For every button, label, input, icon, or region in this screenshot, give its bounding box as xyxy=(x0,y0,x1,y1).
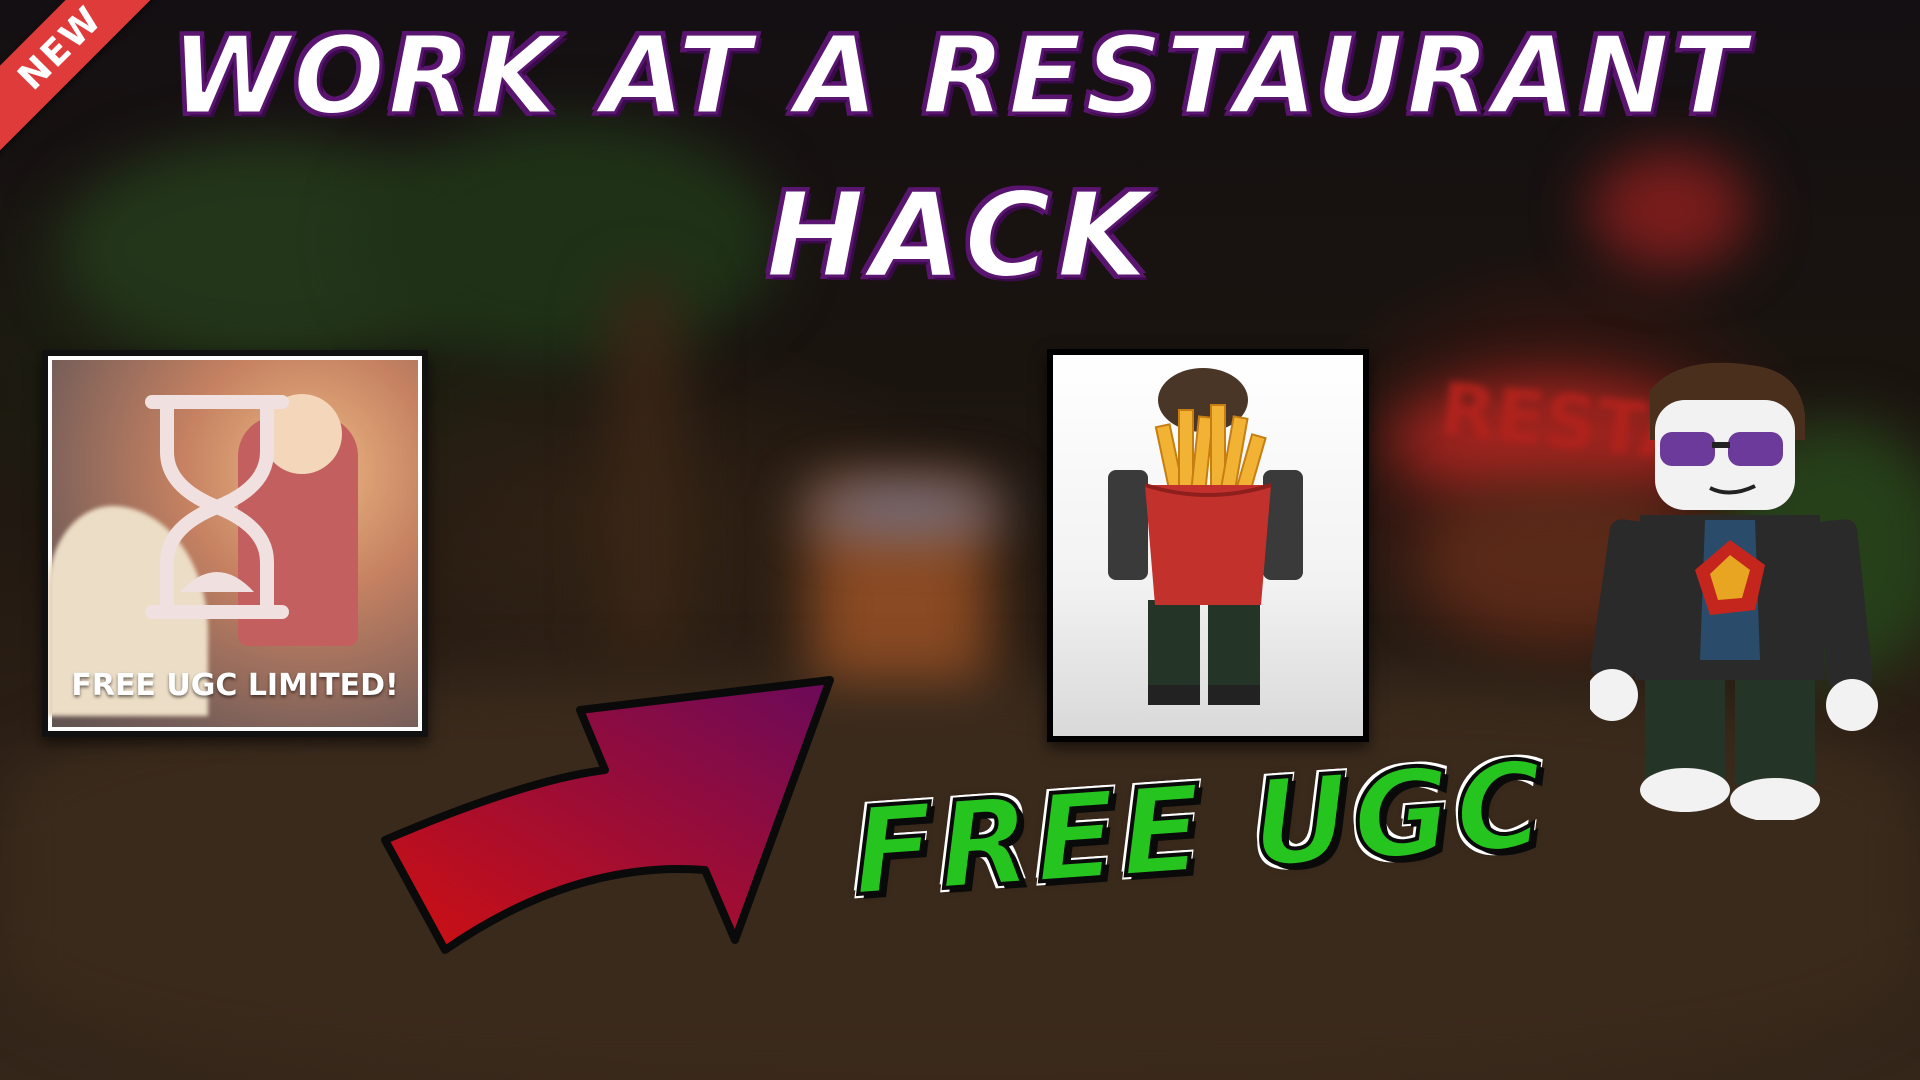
roblox-avatar-icon xyxy=(1590,362,1878,820)
free-ugc-limited-card: FREE UGC LIMITED! xyxy=(42,350,428,737)
sign-board xyxy=(805,490,1005,530)
fries-backpack-avatar-icon xyxy=(1108,368,1303,705)
title-line-1: WORK AT A RESTAURANT xyxy=(169,13,1750,141)
hourglass-icon xyxy=(145,395,289,619)
free-ugc-limited-label: FREE UGC LIMITED! xyxy=(71,668,399,703)
palm-trunk xyxy=(610,280,680,660)
thumbnail: RESTA NEW WORK AT A RESTAURANT HACK FREE… xyxy=(0,0,1920,1080)
title-line-2: HACK xyxy=(764,165,1155,306)
fries-backpack-card xyxy=(1047,349,1369,742)
curved-arrow-icon xyxy=(381,676,834,954)
